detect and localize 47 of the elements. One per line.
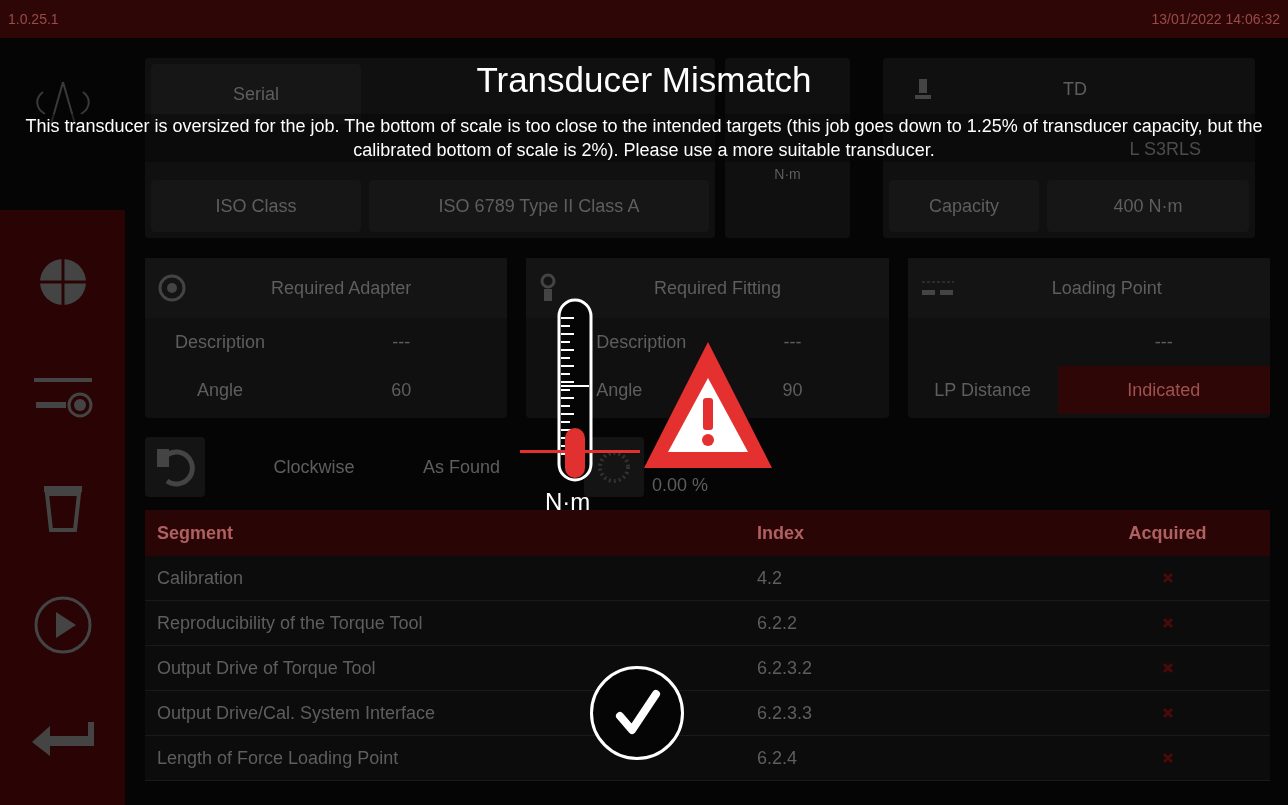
transducer-icon <box>913 77 933 101</box>
table-cell-text: Output Drive/Cal. System Interface <box>157 702 436 725</box>
deviation-text: 0.00 % <box>652 474 709 497</box>
field-label: Angle <box>196 379 243 402</box>
table-cell-text: Calibration <box>157 567 244 590</box>
unit-label: N·m <box>545 487 591 517</box>
field-value: --- <box>1153 331 1174 354</box>
rotation-text: Clockwise <box>272 456 356 479</box>
card-title: Required Adapter <box>270 277 413 300</box>
field-label: Angle <box>596 379 643 402</box>
table-cell-text: Reproducibility of the Torque Tool <box>157 612 423 635</box>
rotate-icon <box>145 437 205 497</box>
column-header: Index <box>757 522 804 545</box>
field-value: 90 <box>781 379 804 402</box>
field-label: Description <box>596 331 687 354</box>
table-cell-text: Length of Force Loading Point <box>157 747 399 770</box>
field-value: --- <box>391 331 412 354</box>
field-label: LP Distance <box>934 379 1031 402</box>
table-cell-text: 6.2.3.2 <box>757 657 813 680</box>
table-cell-text: 6.2.2 <box>757 612 798 635</box>
table-cell-text: 6.2.4 <box>757 747 798 770</box>
field-value: Indicated <box>1057 366 1270 414</box>
datetime-text: 13/01/2022 14:06:32 <box>1151 10 1280 29</box>
field-value: --- <box>782 331 803 354</box>
card-title: Loading Point <box>1050 277 1163 300</box>
iso-class-label: ISO Class <box>151 180 361 232</box>
mode-text: As Found <box>423 456 501 479</box>
field-label: Description <box>174 331 265 354</box>
column-header: Acquired <box>1128 522 1207 545</box>
table-cell-text: 4.2 <box>757 567 783 590</box>
capacity-label: Capacity <box>889 180 1039 232</box>
dialog-title: Transducer Mismatch <box>476 59 812 101</box>
unit-text: N·m <box>774 165 801 184</box>
iso-class-value: ISO 6789 Type II Class A <box>369 180 709 232</box>
table-cell-text: 6.2.3.3 <box>757 702 813 725</box>
table-cell-text: Output Drive of Torque Tool <box>157 657 376 680</box>
crosshair-icon[interactable] <box>37 257 88 308</box>
field-value: 60 <box>390 379 413 402</box>
version-text: 1.0.25.1 <box>8 10 59 29</box>
capacity-value: 400 N·m <box>1047 180 1249 232</box>
card-title: Required Fitting <box>652 277 783 300</box>
td-value: L S3RLS <box>1129 138 1201 159</box>
play-icon[interactable] <box>32 595 93 656</box>
target-icon <box>157 273 187 303</box>
wrench-icon <box>919 278 956 298</box>
td-label: TD <box>1063 78 1087 101</box>
column-header: Segment <box>157 522 234 545</box>
